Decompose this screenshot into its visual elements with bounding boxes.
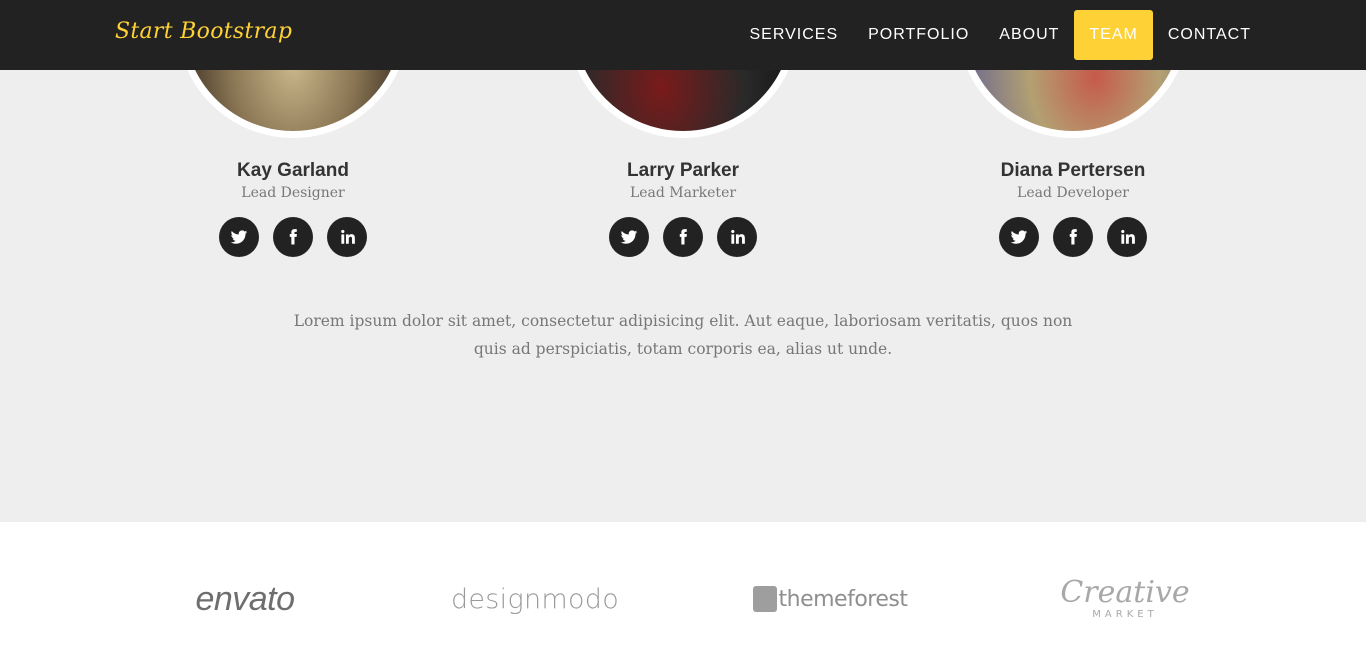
twitter-icon[interactable] [219, 217, 259, 257]
twitter-icon[interactable] [999, 217, 1039, 257]
team-section: Kay Garland Lead Designer Larry Parker L… [0, 0, 1366, 522]
envato-logo-text: envato [195, 579, 295, 618]
client-logo-themeforest[interactable]: themeforest [735, 574, 925, 624]
team-member-role: Lead Marketer [629, 185, 737, 201]
nav-link-services[interactable]: SERVICES [734, 10, 853, 60]
creative-market-logo-subtext: MARKET [1092, 609, 1158, 620]
nav-link-portfolio[interactable]: PORTFOLIO [853, 10, 984, 60]
themeforest-logo-text: themeforest [778, 586, 908, 612]
social-links [923, 217, 1223, 257]
linkedin-icon[interactable] [1107, 217, 1147, 257]
team-member-role: Lead Designer [241, 185, 345, 201]
social-links [143, 217, 443, 257]
navbar: Start Bootstrap SERVICES PORTFOLIO ABOUT… [0, 0, 1366, 70]
clients-section: envato designmodo themeforest Creative M… [0, 522, 1366, 662]
nav-link-team[interactable]: TEAM [1074, 10, 1153, 60]
facebook-icon[interactable] [1053, 217, 1093, 257]
client-logo-designmodo[interactable]: designmodo [440, 574, 630, 624]
designmodo-logo-text: designmodo [450, 583, 620, 615]
facebook-icon[interactable] [273, 217, 313, 257]
team-member-role: Lead Developer [1017, 185, 1129, 201]
twitter-icon[interactable] [609, 217, 649, 257]
client-logo-envato[interactable]: envato [150, 574, 340, 624]
themeforest-icon [752, 586, 777, 612]
creative-market-logo-text: Creative [1060, 575, 1190, 610]
team-member-name: Kay Garland [237, 160, 349, 181]
social-links [533, 217, 833, 257]
team-member-name: Larry Parker [627, 160, 739, 181]
facebook-icon[interactable] [663, 217, 703, 257]
creative-market-logo: Creative MARKET [1060, 578, 1189, 620]
brand-logo[interactable]: Start Bootstrap [115, 19, 292, 44]
nav-link-contact[interactable]: CONTACT [1153, 10, 1266, 60]
team-member-name: Diana Pertersen [1000, 160, 1146, 181]
client-logo-creative-market[interactable]: Creative MARKET [1030, 574, 1220, 624]
linkedin-icon[interactable] [717, 217, 757, 257]
team-description: Lorem ipsum dolor sit amet, consectetur … [293, 312, 1073, 358]
nav-link-about[interactable]: ABOUT [984, 10, 1074, 60]
nav-menu: SERVICES PORTFOLIO ABOUT TEAM CONTACT [734, 10, 1266, 60]
linkedin-icon[interactable] [327, 217, 367, 257]
